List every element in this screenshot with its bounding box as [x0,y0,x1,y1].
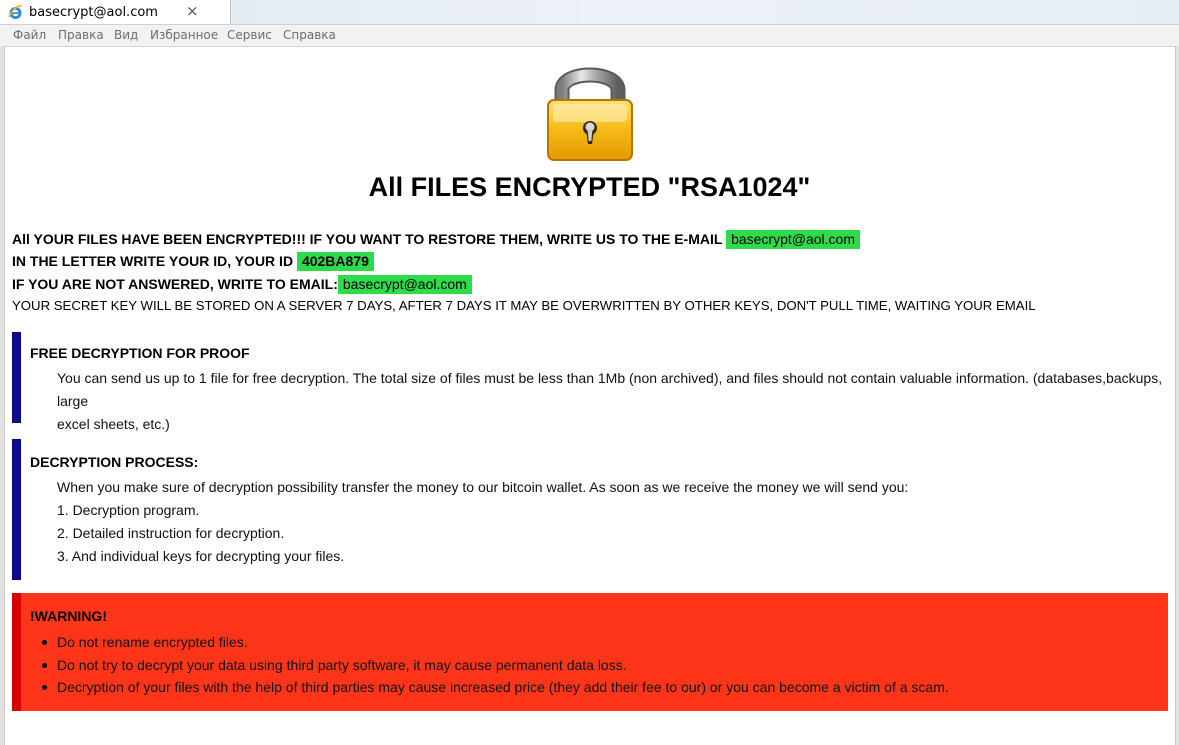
process-intro: When you make sure of decryption possibi… [57,479,909,495]
menu-file[interactable]: Файл [13,28,46,42]
id-notice: IN THE LETTER WRITE YOUR ID, YOUR ID 402… [12,252,374,271]
proof-section-text: You can send us up to 1 file for free de… [57,367,1179,436]
browser-tab[interactable]: basecrypt@aol.com × [0,0,231,24]
encrypted-notice-text: All YOUR FILES HAVE BEEN ENCRYPTED!!! IF… [12,231,723,247]
menu-tools[interactable]: Сервис [227,28,272,42]
internet-explorer-icon [8,5,23,19]
bullet-icon [42,685,47,690]
menu-help[interactable]: Справка [283,28,336,42]
proof-section-bar [12,332,21,423]
process-section-text: When you make sure of decryption possibi… [57,476,908,568]
warning-title: !WARNING! [30,608,107,624]
warning-item-text: Decryption of your files with the help o… [57,679,949,695]
fallback-email: basecrypt@aol.com [337,275,472,294]
victim-id: 402BA879 [296,252,374,271]
warning-item-text: Do not try to decrypt your data using th… [57,656,627,673]
warning-item-text: Do not rename encrypted files. [57,634,248,650]
id-notice-text: IN THE LETTER WRITE YOUR ID, YOUR ID [12,253,294,269]
process-section-title: DECRYPTION PROCESS: [30,454,199,470]
menu-favorites[interactable]: Избранное [150,28,218,42]
warning-item: Decryption of your files with the help o… [42,676,949,699]
tab-title: basecrypt@aol.com [29,5,158,20]
encrypted-notice: All YOUR FILES HAVE BEEN ENCRYPTED!!! IF… [12,230,860,249]
padlock-icon [547,67,633,161]
process-step: 3. And individual keys for decrypting yo… [57,548,345,564]
bullet-icon [42,662,47,668]
warning-box: !WARNING! Do not rename encrypted files.… [12,593,1168,711]
title-bar: basecrypt@aol.com × [0,0,1179,25]
window-frame-left [0,46,5,745]
proof-text-line2: excel sheets, etc.) [57,416,170,432]
warning-item: Do not try to decrypt your data using th… [42,654,949,677]
warning-item: Do not rename encrypted files. [42,631,949,654]
warning-list: Do not rename encrypted files. Do not tr… [42,631,949,699]
proof-section-title: FREE DECRYPTION FOR PROOF [30,345,250,361]
menu-view[interactable]: Вид [114,28,138,42]
menu-edit[interactable]: Правка [58,28,104,42]
key-storage-notice: YOUR SECRET KEY WILL BE STORED ON A SERV… [12,298,1036,313]
proof-text-line1: You can send us up to 1 file for free de… [57,370,1163,409]
page-headline: All FILES ENCRYPTED "RSA1024" [368,172,811,202]
process-step: 1. Decryption program. [57,502,200,518]
title-bar-background [232,0,1179,24]
process-step: 2. Detailed instruction for decryption. [57,525,285,541]
fallback-notice-text: IF YOU ARE NOT ANSWERED, WRITE TO EMAIL: [12,276,338,292]
warning-bar [12,593,21,711]
fallback-notice: IF YOU ARE NOT ANSWERED, WRITE TO EMAIL:… [12,275,472,294]
menu-bar: Файл Правка Вид Избранное Сервис Справка [0,25,1179,47]
bullet-icon [42,640,47,645]
close-tab-icon[interactable]: × [186,3,199,19]
contact-email: basecrypt@aol.com [726,230,860,249]
